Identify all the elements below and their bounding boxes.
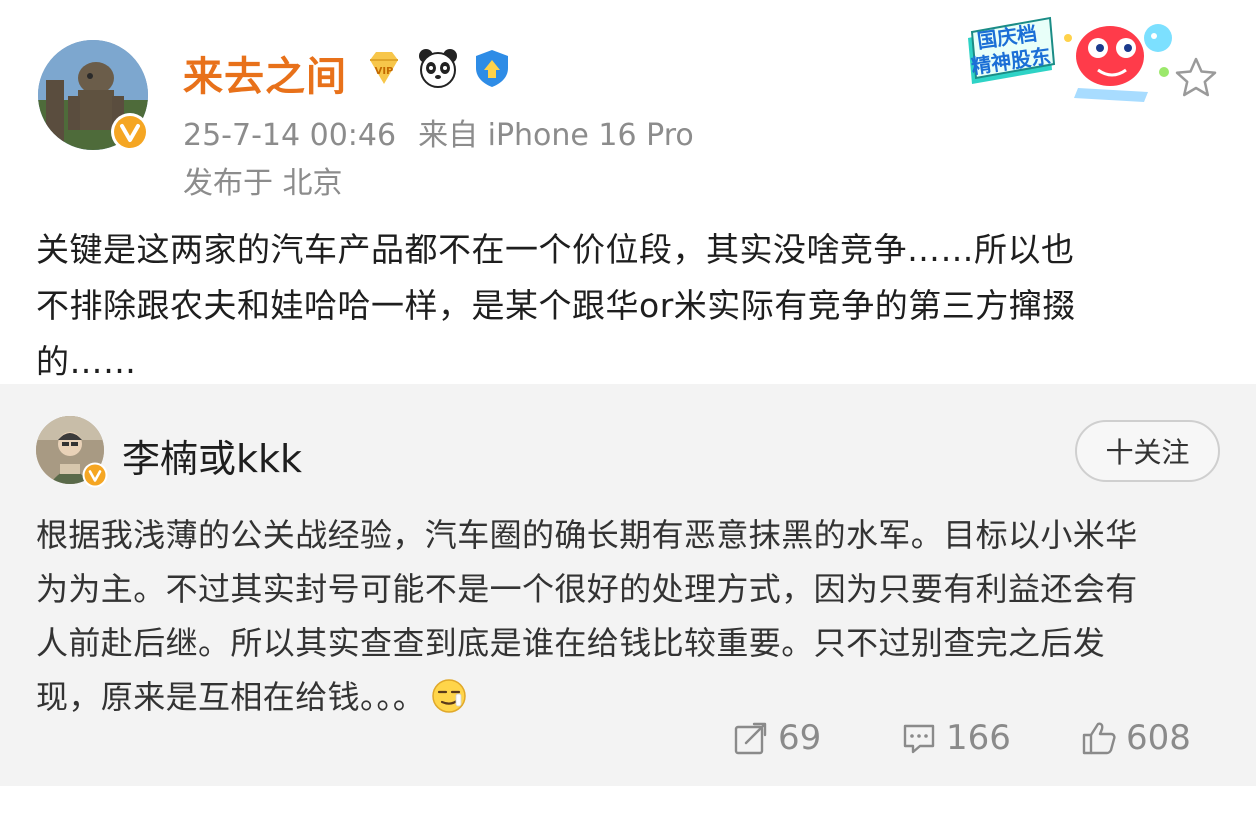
star-outline-icon[interactable]: [1172, 54, 1220, 102]
like-button[interactable]: 608: [1080, 718, 1191, 758]
repost-body-line: 人前赴后继。所以其实查查到底是谁在给钱比较重要。只不过别查完之后发: [36, 624, 1106, 662]
comment-count: 166: [946, 718, 1011, 758]
smirk-emoji-icon: [432, 679, 466, 713]
like-count: 608: [1126, 718, 1191, 758]
action-bar: 69 166 608: [0, 718, 1256, 768]
post-timestamp: 25-7-14 00:46: [183, 118, 397, 153]
promo-badge-icon[interactable]: 国庆档 精神股东: [948, 8, 1178, 108]
post-header: 来去之间 VIP 25-7-14 00:46 来自 iPhone 16 Pro …: [0, 0, 1256, 210]
author-badges: VIP: [362, 46, 514, 90]
post-location: 发布于 北京: [183, 166, 343, 201]
post-body: 关键是这两家的汽车产品都不在一个价位段，其实没啥竞争……所以也 不排除跟农夫和娃…: [36, 222, 1206, 390]
repost-body-line: 现，原来是互相在给钱。。。: [36, 678, 426, 716]
repost-body-line: 根据我浅薄的公关战经验，汽车圈的确长期有恶意抹黑的水军。目标以小米华: [36, 516, 1138, 554]
repost-body: 根据我浅薄的公关战经验，汽车圈的确长期有恶意抹黑的水军。目标以小米华 为为主。不…: [36, 508, 1206, 724]
share-icon: [734, 722, 767, 755]
post-meta: 25-7-14 00:46 来自 iPhone 16 Pro: [183, 110, 694, 154]
verified-badge-icon: [82, 462, 108, 488]
post-body-line: 不排除跟农夫和娃哈哈一样，是某个跟华or米实际有竞争的第三方撺掇: [36, 286, 1076, 325]
repost-author-name[interactable]: 李楠或kkk: [122, 428, 302, 483]
verified-badge-icon: [111, 113, 149, 151]
repost-card[interactable]: 李楠或kkk 十关注 根据我浅薄的公关战经验，汽车圈的确长期有恶意抹黑的水军。目…: [0, 384, 1256, 786]
post-source: 来自 iPhone 16 Pro: [418, 118, 694, 153]
blue-shield-icon[interactable]: [470, 46, 514, 90]
repost-button[interactable]: 69: [732, 718, 821, 758]
post-body-line: 关键是这两家的汽车产品都不在一个价位段，其实没啥竞争……所以也: [36, 230, 1075, 269]
svg-text:VIP: VIP: [375, 66, 394, 77]
repost-author-avatar[interactable]: [36, 416, 108, 488]
vip-diamond-icon[interactable]: VIP: [362, 46, 406, 90]
panda-icon[interactable]: [416, 46, 460, 90]
thumbs-up-icon: [1082, 722, 1116, 755]
repost-count: 69: [778, 718, 822, 758]
repost-body-line: 为为主。不过其实封号可能不是一个很好的处理方式，因为只要有利益还会有: [36, 570, 1138, 608]
repost-body-last-line: 现，原来是互相在给钱。。。: [36, 670, 1206, 724]
follow-button[interactable]: 十关注: [1075, 420, 1220, 482]
comment-icon: [903, 724, 935, 754]
weibo-post-page: 来去之间 VIP 25-7-14 00:46 来自 iPhone 16 Pro …: [0, 0, 1256, 816]
post-body-line: 的……: [36, 342, 137, 381]
author-avatar[interactable]: [38, 40, 149, 151]
comment-button[interactable]: 166: [900, 718, 1011, 758]
author-name[interactable]: 来去之间: [183, 44, 347, 102]
